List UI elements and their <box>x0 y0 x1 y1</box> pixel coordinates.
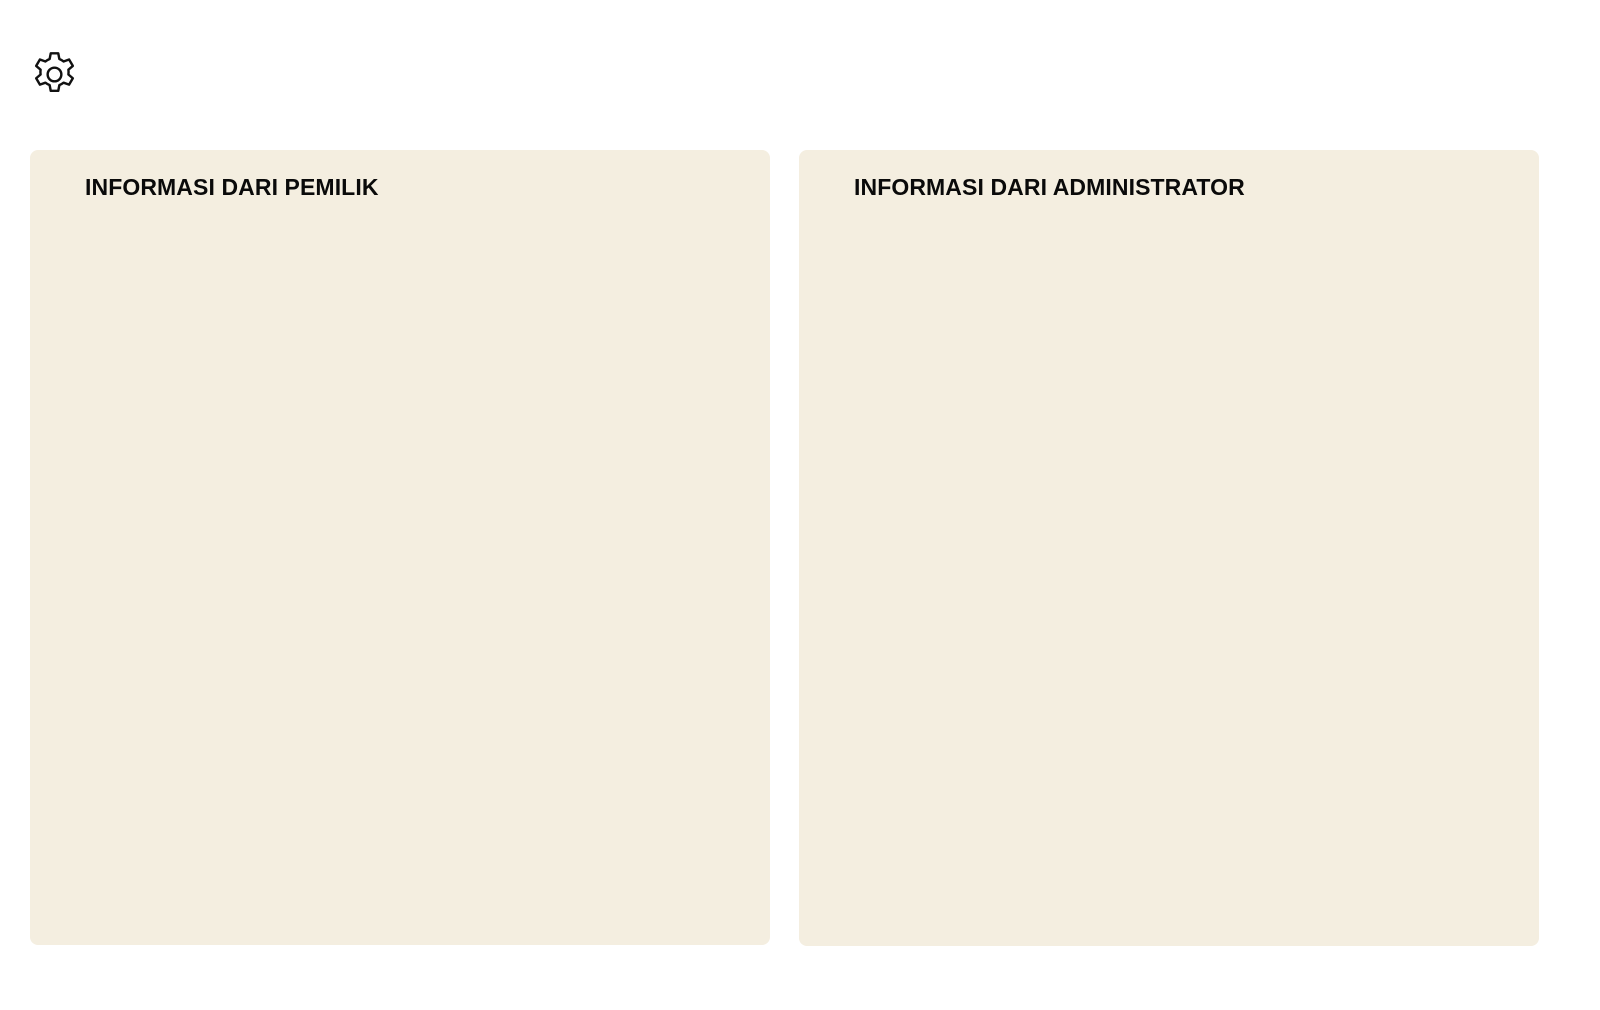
admin-info-title: INFORMASI DARI ADMINISTRATOR <box>854 174 1245 200</box>
admin-info-panel: INFORMASI DARI ADMINISTRATOR <box>799 150 1539 946</box>
owner-info-title: INFORMASI DARI PEMILIK <box>85 174 379 200</box>
gear-icon <box>34 52 75 93</box>
settings-button[interactable] <box>28 48 81 101</box>
owner-info-panel: INFORMASI DARI PEMILIK <box>30 150 770 945</box>
